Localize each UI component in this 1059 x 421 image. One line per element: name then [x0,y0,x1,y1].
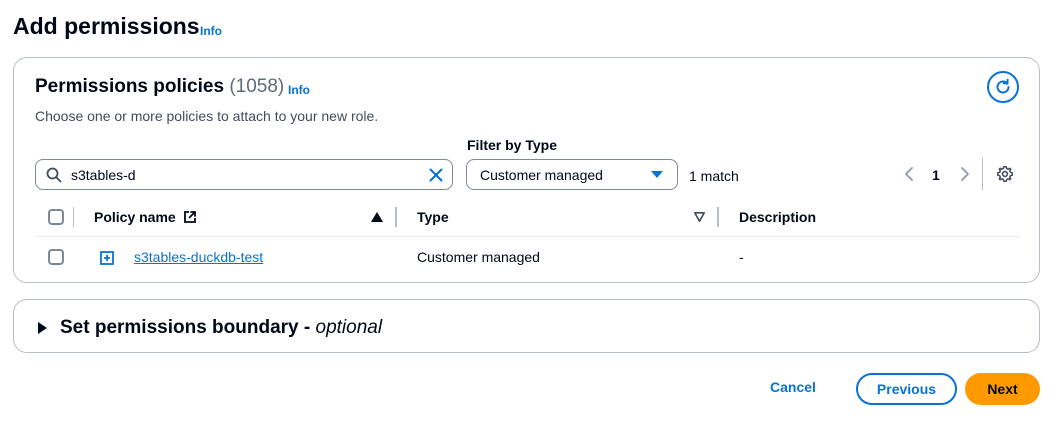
search-input[interactable] [71,165,411,185]
chevron-left-icon[interactable] [902,165,916,183]
select-all-checkbox[interactable] [48,209,64,225]
refresh-button[interactable] [987,71,1019,103]
gear-icon[interactable] [996,165,1014,183]
page-number[interactable]: 1 [932,167,940,183]
column-header-policy-name[interactable]: Policy name [94,209,197,225]
column-header-description[interactable]: Description [739,209,816,225]
policy-name-header-label: Policy name [94,209,176,225]
page-info-link[interactable]: Info [200,24,222,38]
page-title: Add permissions [13,13,200,39]
caret-right-icon [38,322,47,334]
cancel-button[interactable]: Cancel [770,379,816,395]
refresh-icon [996,78,1010,94]
boundary-optional-label: optional [315,317,383,338]
search-icon [46,167,62,183]
row-select-checkbox[interactable] [48,249,64,265]
panel-description: Choose one or more policies to attach to… [35,108,379,124]
sort-ascending-icon[interactable] [371,212,383,222]
permissions-policies-panel: Permissions policies (1058) Info Choose … [13,57,1040,283]
expand-plus-icon[interactable] [100,251,114,265]
sort-descending-icon[interactable] [694,212,705,222]
column-separator[interactable] [395,207,397,227]
type-filter-select[interactable]: Customer managed [466,159,678,190]
search-field [35,159,453,190]
pager-divider [982,158,983,190]
header-divider [35,236,1020,237]
policy-count: (1058) [229,76,285,97]
previous-button[interactable]: Previous [856,373,957,405]
permissions-boundary-expander[interactable]: Set permissions boundary - optional [13,299,1040,353]
type-filter-value: Customer managed [480,167,603,183]
external-link-icon [183,211,196,223]
panel-title-text: Permissions policies [35,76,225,97]
boundary-title: Set permissions boundary - optional [60,317,382,339]
chevron-right-icon[interactable] [958,165,972,183]
policy-type-cell: Customer managed [417,249,540,265]
boundary-title-text: Set permissions boundary - [60,317,316,338]
caret-down-icon [651,171,663,178]
filter-by-type-label: Filter by Type [467,137,557,153]
next-button[interactable]: Next [965,373,1040,405]
panel-title: Permissions policies (1058) [35,76,284,98]
close-icon[interactable] [428,167,444,183]
policy-description-cell: - [739,249,744,265]
policy-name-link[interactable]: s3tables-duckdb-test [134,249,263,265]
column-separator [73,207,74,227]
panel-info-link[interactable]: Info [288,83,310,97]
column-header-type[interactable]: Type [417,209,449,225]
match-count: 1 match [689,168,739,184]
column-separator[interactable] [717,207,719,227]
